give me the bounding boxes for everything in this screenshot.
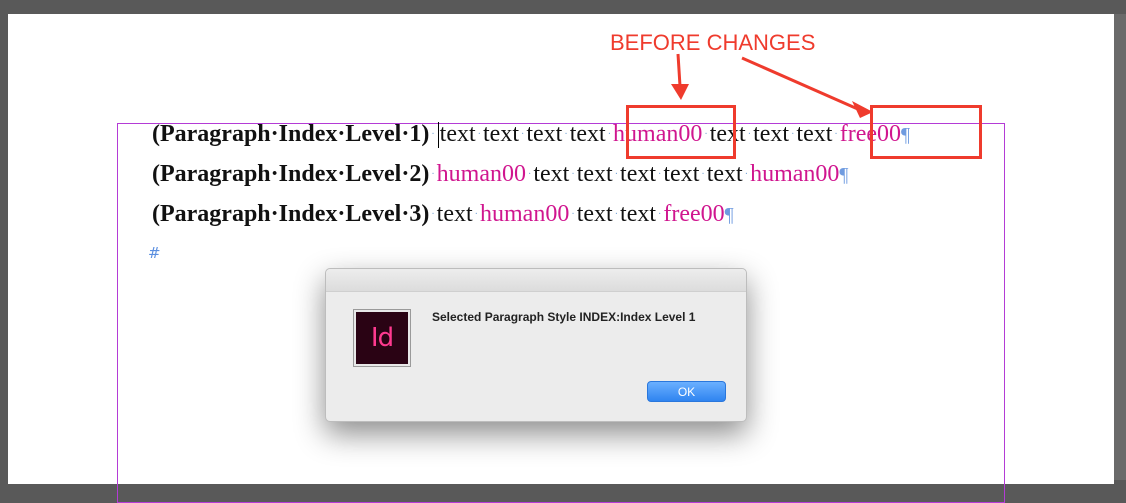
dialog-titlebar[interactable] [326,269,746,292]
arrow-line-icon [741,56,861,112]
alert-dialog: Id Selected Paragraph Style INDEX:Index … [325,268,747,422]
indesign-app-icon: Id [354,310,410,366]
arrow-line-icon [676,53,682,87]
ok-button[interactable]: OK [647,381,726,402]
arrowhead-icon [671,84,689,100]
app-icon-text: Id [370,323,394,353]
dialog-message: Selected Paragraph Style INDEX:Index Lev… [432,310,696,324]
